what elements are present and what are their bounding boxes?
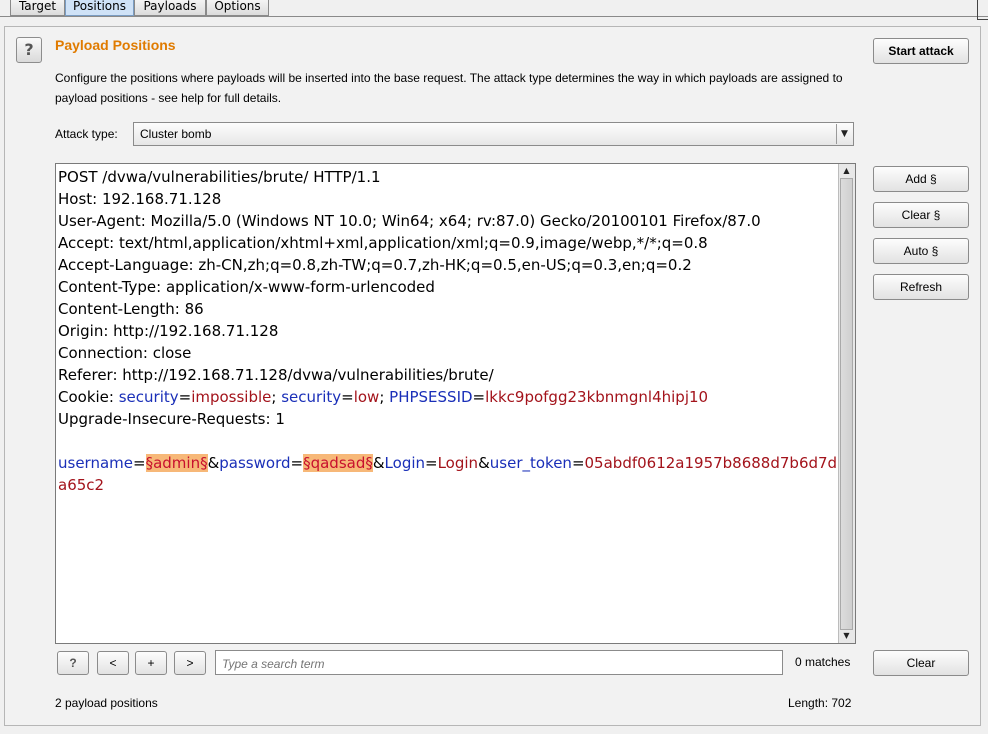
header-content-type: Content-Type: application/x-www-form-url… [58,278,435,296]
help-button[interactable]: ? [16,37,42,63]
header-upgrade-insecure: Upgrade-Insecure-Requests: 1 [58,410,285,428]
page-title: Payload Positions [55,37,176,53]
body-param-name: password [219,454,291,472]
body-param-name: Login [384,454,426,472]
search-input[interactable] [220,654,779,673]
cookie-name: security [118,388,179,406]
attack-type-label: Attack type: [55,127,118,141]
clear-markers-button[interactable]: Clear § [873,202,969,228]
scroll-down-icon[interactable]: ▼ [839,629,854,643]
request-line: POST /dvwa/vulnerabilities/brute/ HTTP/1… [58,168,381,186]
tab-bar: Target Positions Payloads Options [0,0,988,20]
body-param-name: username [58,454,133,472]
request-length: Length: 702 [788,696,852,710]
payload-marker[interactable]: §admin§ [145,454,208,472]
equals: = [178,388,192,406]
refresh-button[interactable]: Refresh [873,274,969,300]
header-origin: Origin: http://192.168.71.128 [58,322,279,340]
attack-type-value: Cluster bomb [140,127,212,141]
scroll-thumb[interactable] [840,178,853,630]
scroll-up-icon[interactable]: ▲ [839,164,854,178]
cookie-name: security [281,388,342,406]
header-referer: Referer: http://192.168.71.128/dvwa/vuln… [58,366,494,384]
ampersand: & [478,454,490,472]
body-param-name: user_token [489,454,572,472]
auto-markers-button[interactable]: Auto § [873,238,969,264]
equals: = [290,454,304,472]
separator: ; [271,388,282,406]
header-content-length: Content-Length: 86 [58,300,204,318]
header-accept-language: Accept-Language: zh-CN,zh;q=0.8,zh-TW;q=… [58,256,692,274]
equals: = [472,388,486,406]
header-cookie-key: Cookie: [58,388,119,406]
tab-divider [0,16,988,17]
header-connection: Connection: close [58,344,192,362]
request-text[interactable]: POST /dvwa/vulnerabilities/brute/ HTTP/1… [58,166,838,496]
ampersand: & [207,454,220,472]
vertical-scrollbar[interactable]: ▲ ▼ [838,164,855,643]
ampersand: & [372,454,385,472]
tab-payloads[interactable]: Payloads [134,0,206,16]
equals: = [425,454,438,472]
cookie-value: low [353,388,380,406]
add-marker-button[interactable]: Add § [873,166,969,192]
payload-marker[interactable]: §qadsad§ [303,454,373,472]
cookie-value: impossible [191,388,272,406]
cookie-value: lkkc9pofgg23kbnmgnl4hipj10 [485,388,709,406]
description-text: Configure the positions where payloads w… [55,71,843,105]
request-editor[interactable]: POST /dvwa/vulnerabilities/brute/ HTTP/1… [55,163,856,644]
payload-positions-count: 2 payload positions [55,696,158,710]
search-help-button[interactable]: ? [57,651,89,675]
window-frame-corner [977,0,988,20]
equals: = [133,454,146,472]
search-prev-button[interactable]: < [97,651,129,675]
equals: = [571,454,585,472]
search-options-button[interactable]: + [135,651,167,675]
search-matches-count: 0 matches [795,655,851,669]
attack-type-select[interactable]: Cluster bomb ▼ [133,122,854,146]
start-attack-button[interactable]: Start attack [873,38,969,64]
header-host: Host: 192.168.71.128 [58,190,222,208]
tab-positions[interactable]: Positions [65,0,134,16]
body-param-value: Login [437,454,479,472]
header-user-agent: User-Agent: Mozilla/5.0 (Windows NT 10.0… [58,212,761,230]
separator: ; [379,388,390,406]
tab-target[interactable]: Target [10,0,65,16]
clear-search-button[interactable]: Clear [873,650,969,676]
equals: = [341,388,354,406]
cookie-name: PHPSESSID [389,388,473,406]
tab-options[interactable]: Options [206,0,269,16]
header-accept: Accept: text/html,application/xhtml+xml,… [58,234,708,252]
search-next-button[interactable]: > [174,651,206,675]
search-box[interactable] [215,650,783,675]
chevron-down-icon[interactable]: ▼ [836,124,852,144]
